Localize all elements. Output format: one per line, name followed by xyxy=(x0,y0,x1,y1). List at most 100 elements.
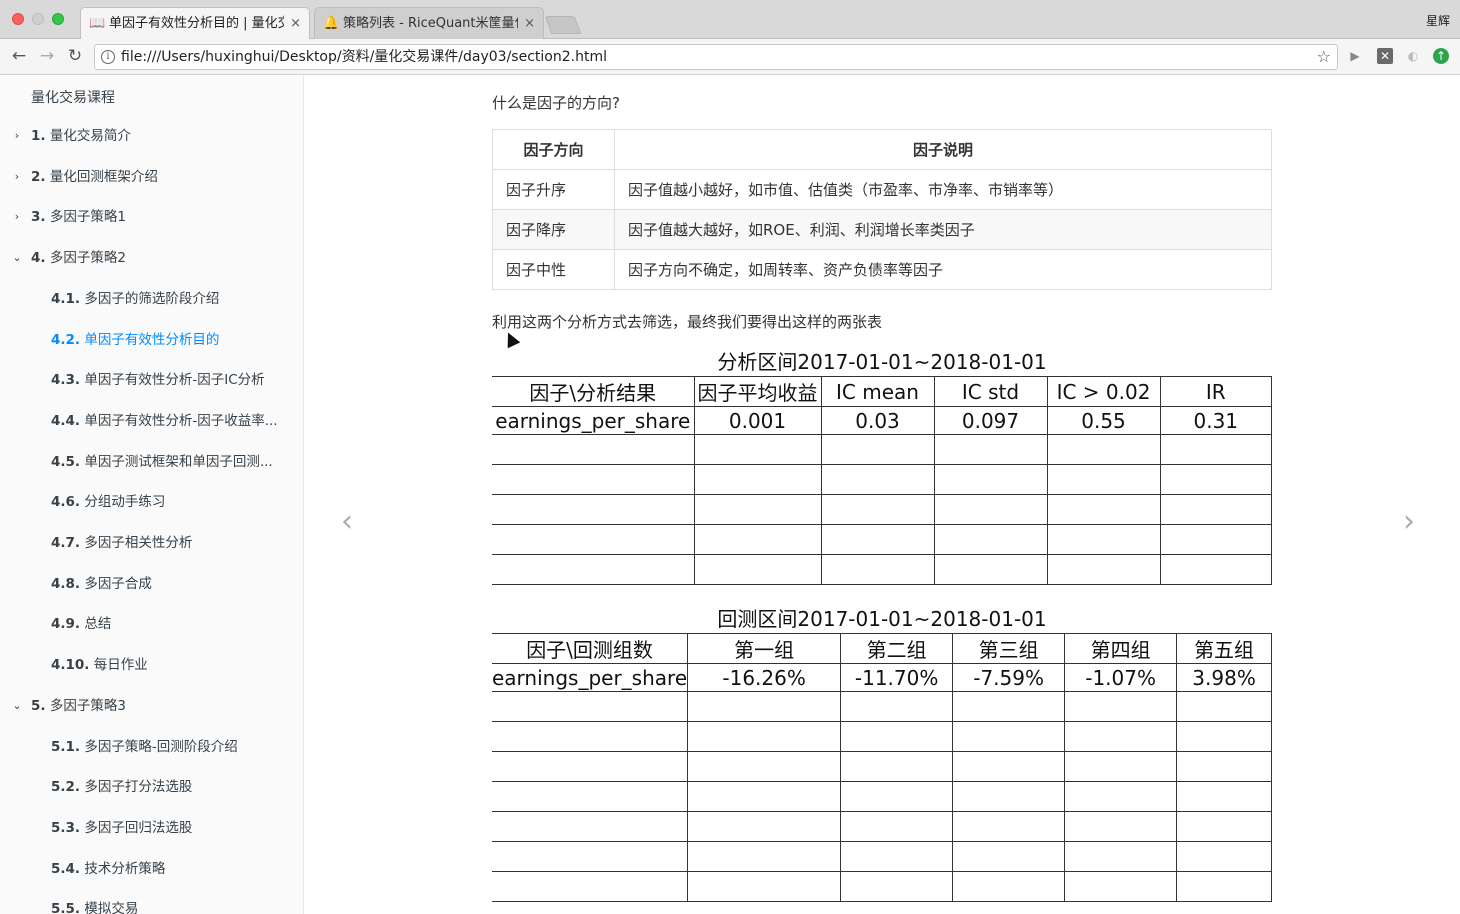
sidebar-item[interactable]: 5.4. 技术分析策略 xyxy=(51,858,165,880)
table-cell: 因子值越大越好，如ROE、利润、利润增长率类因子 xyxy=(614,209,1272,250)
table-row xyxy=(492,434,1272,465)
sidebar-item-number: 5.2. xyxy=(51,779,81,796)
table-cell xyxy=(1046,524,1161,555)
sidebar-item-number: 4.9. xyxy=(51,616,81,633)
tab-section2[interactable]: 📖 单因子有效性分析目的 | 量化交 × xyxy=(80,7,310,39)
sidebar-item-label: 量化交易简介 xyxy=(49,128,131,144)
tab-ricequant[interactable]: 🔔 策略列表 - RiceQuant米筐量化 × xyxy=(314,7,544,39)
table-cell: -16.26% xyxy=(687,663,842,692)
chevron-right-icon[interactable]: › xyxy=(11,125,23,147)
table-cell xyxy=(1046,464,1161,495)
table-header: 第五组 xyxy=(1176,633,1272,664)
sidebar-item[interactable]: 4.5. 单因子测试框架和单因子回测... xyxy=(51,451,273,473)
table-cell xyxy=(492,691,689,722)
table-cell xyxy=(1064,751,1178,782)
table-cell xyxy=(952,871,1066,902)
table-cell: -7.59% xyxy=(952,663,1066,692)
next-page-arrow-icon[interactable]: › xyxy=(1403,504,1415,539)
table-cell xyxy=(693,554,822,585)
sidebar-item[interactable]: 5.5. 模拟交易 xyxy=(51,898,138,914)
table-row xyxy=(492,751,1272,782)
info-icon[interactable]: i xyxy=(101,50,115,64)
sidebar-item[interactable]: 4.1. 多因子的筛选阶段介绍 xyxy=(51,288,219,310)
cursor-extension-icon[interactable]: ▶ xyxy=(1347,48,1363,64)
table-header: 第三组 xyxy=(952,633,1066,664)
table-row: earnings_per_share -16.26% -11.70% -7.59… xyxy=(492,663,1272,692)
sidebar-item[interactable]: 4.3. 单因子有效性分析-因子IC分析 xyxy=(51,369,265,391)
sidebar-item[interactable]: 5.1. 多因子策略-回测阶段介绍 xyxy=(51,736,238,758)
table-row: 因子中性 因子方向不确定，如周转率、资产负债率等因子 xyxy=(492,249,1272,290)
table-header: 第一组 xyxy=(687,633,842,664)
sidebar-item-label: 多因子策略3 xyxy=(49,697,126,714)
sidebar-item[interactable]: › 1. 量化交易简介 xyxy=(15,125,131,147)
sidebar-item-label: 多因子打分法选股 xyxy=(84,779,193,796)
factor-direction-table: 因子方向 因子说明 因子升序 因子值越小越好，如市值、估值类（市盈率、市净率、市… xyxy=(492,129,1272,290)
sidebar-item[interactable]: ⌄ 5. 多因子策略3 xyxy=(12,695,126,717)
chevron-right-icon[interactable]: › xyxy=(11,166,23,188)
table-cell: 因子降序 xyxy=(492,209,615,250)
sidebar-item[interactable]: 4.2. 单因子有效性分析目的 xyxy=(51,329,219,351)
sidebar-item-label: 多因子策略-回测阶段介绍 xyxy=(84,738,238,755)
table-cell xyxy=(687,811,842,842)
sidebar-item-label: 量化回测框架介绍 xyxy=(49,168,158,185)
table-cell xyxy=(840,841,954,872)
bookmark-star-icon[interactable]: ☆ xyxy=(1317,45,1331,69)
sidebar-item[interactable]: 4.4. 单因子有效性分析-因子收益率... xyxy=(51,410,278,432)
profile-name[interactable]: 星辉 xyxy=(1426,12,1450,29)
table-cell xyxy=(693,494,822,525)
sidebar-item[interactable]: 4.9. 总结 xyxy=(51,613,111,635)
sidebar-item-label: 多因子相关性分析 xyxy=(84,535,193,551)
sidebar-item[interactable]: › 2. 量化回测框架介绍 xyxy=(15,166,158,188)
update-extension-icon[interactable]: ↑ xyxy=(1433,48,1449,64)
close-window-button[interactable] xyxy=(12,13,24,25)
analysis-table-title: 分析区间2017-01-01~2018-01-01 xyxy=(717,350,1047,374)
table-cell xyxy=(1064,871,1178,902)
book-title[interactable]: 量化交易课程 xyxy=(31,87,115,107)
book-sidebar: 量化交易课程 › 1. 量化交易简介 › 2. 量化回测框架介绍 › 3. 多因子策略1 ⌄… xyxy=(0,76,304,914)
table-cell: -11.70% xyxy=(840,663,954,692)
table-cell xyxy=(492,494,695,525)
tab-close-icon[interactable]: × xyxy=(524,8,535,39)
table-cell xyxy=(1046,494,1161,525)
sidebar-item[interactable]: 4.6. 分组动手练习 xyxy=(51,491,165,513)
chevron-down-icon[interactable]: ⌄ xyxy=(11,247,23,269)
sidebar-item-label: 多因子的筛选阶段介绍 xyxy=(84,290,220,307)
sidebar-item-number: 4.2. xyxy=(51,331,81,348)
forward-arrow-icon[interactable]: → xyxy=(36,45,58,67)
sidebar-item[interactable]: 5.3. 多因子回归法选股 xyxy=(51,817,192,839)
table-cell xyxy=(933,554,1048,585)
table-cell: 因子升序 xyxy=(492,169,615,210)
sidebar-item-number: 4.1. xyxy=(51,290,81,307)
chevron-right-icon[interactable]: › xyxy=(11,206,23,228)
sidebar-item-number: 3. xyxy=(31,209,46,226)
sidebar-item-number: 2. xyxy=(31,168,46,185)
bell-icon: 🔔 xyxy=(323,16,340,31)
table-cell xyxy=(952,781,1066,812)
chevron-down-icon[interactable]: ⌄ xyxy=(11,695,23,717)
address-bar[interactable]: i file:///Users/huxinghui/Desktop/资料/量化交… xyxy=(94,44,1338,70)
sidebar-item[interactable]: › 3. 多因子策略1 xyxy=(15,206,126,228)
sidebar-item[interactable]: 5.2. 多因子打分法选股 xyxy=(51,776,192,798)
sidebar-item[interactable]: 4.7. 多因子相关性分析 xyxy=(51,532,192,554)
table-cell xyxy=(1064,691,1178,722)
zoom-window-button[interactable] xyxy=(52,13,64,25)
reload-icon[interactable]: ↻ xyxy=(64,45,86,67)
table-cell xyxy=(492,524,695,555)
sync-extension-icon[interactable]: ◐ xyxy=(1405,48,1421,64)
previous-page-arrow-icon[interactable]: ‹ xyxy=(341,504,353,539)
browser-toolbar: ← → ↻ i file:///Users/huxinghui/Desktop/… xyxy=(0,39,1460,75)
back-arrow-icon[interactable]: ← xyxy=(8,45,30,67)
new-tab-button[interactable] xyxy=(544,16,582,34)
sidebar-item[interactable]: ⌄ 4. 多因子策略2 xyxy=(12,247,126,269)
sidebar-item[interactable]: 4.8. 多因子合成 xyxy=(51,573,152,595)
excel-extension-icon[interactable]: ✕ xyxy=(1377,48,1393,64)
table-cell xyxy=(1046,434,1161,465)
question-text: 什么是因子的方向? xyxy=(492,94,620,112)
minimize-window-button[interactable] xyxy=(32,13,44,25)
sidebar-item[interactable]: 4.10. 每日作业 xyxy=(51,654,148,676)
table-header-row: 因子\回测组数 第一组 第二组 第三组 第四组 第五组 xyxy=(492,633,1272,664)
tab-close-icon[interactable]: × xyxy=(290,8,301,39)
table-row xyxy=(492,811,1272,842)
table-cell xyxy=(693,524,822,555)
sidebar-item-number: 4.4. xyxy=(51,412,81,429)
